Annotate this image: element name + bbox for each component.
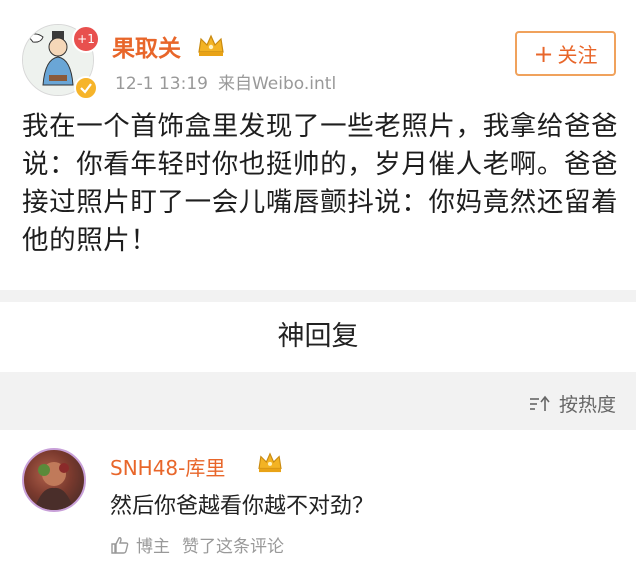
verified-badge-icon <box>74 76 98 100</box>
crown-icon <box>198 34 224 56</box>
commenter-name[interactable]: SNH48-库里 <box>110 452 225 481</box>
thumbs-up-icon[interactable] <box>110 535 130 555</box>
follow-label: 关注 <box>557 43 598 67</box>
sort-by-hot-button[interactable]: 按热度 <box>529 390 616 417</box>
comment-item: SNH48-库里 然后你爸越看你越不对劲？ 博主 赞了这条评论 <box>0 430 636 574</box>
liked-text: 赞了这条评论 <box>182 537 284 557</box>
sort-icon <box>529 395 550 411</box>
sort-bar: 按热度 <box>0 372 636 430</box>
section-title: 神回复 <box>0 302 636 372</box>
comment-text: 然后你爸越看你越不对劲？ <box>110 494 375 519</box>
weibo-post: +1 果取关 12-1 13:19 来自Weibo.intl + 关注 我在一个首… <box>0 0 636 290</box>
follow-button[interactable]: + 关注 <box>515 31 616 76</box>
post-meta: 12-1 13:19 来自Weibo.intl <box>115 69 336 94</box>
notification-badge: +1 <box>72 25 100 53</box>
post-source[interactable]: 来自Weibo.intl <box>218 74 336 94</box>
commenter-avatar[interactable] <box>22 448 86 512</box>
post-author-name[interactable]: 果取关 <box>112 29 181 63</box>
sort-label: 按热度 <box>558 394 616 416</box>
plus-icon: + <box>533 39 554 68</box>
post-content: 我在一个首饰盒里发现了一些老照片，我拿给爸爸说：你看年轻时你也挺帅的，岁月催人老… <box>22 111 619 256</box>
comment-footer: 博主 赞了这条评论 <box>110 532 284 557</box>
crown-icon <box>258 452 282 473</box>
divider <box>0 290 636 302</box>
author-tag: 博主 <box>136 537 170 557</box>
post-time: 12-1 13:19 <box>115 74 208 94</box>
